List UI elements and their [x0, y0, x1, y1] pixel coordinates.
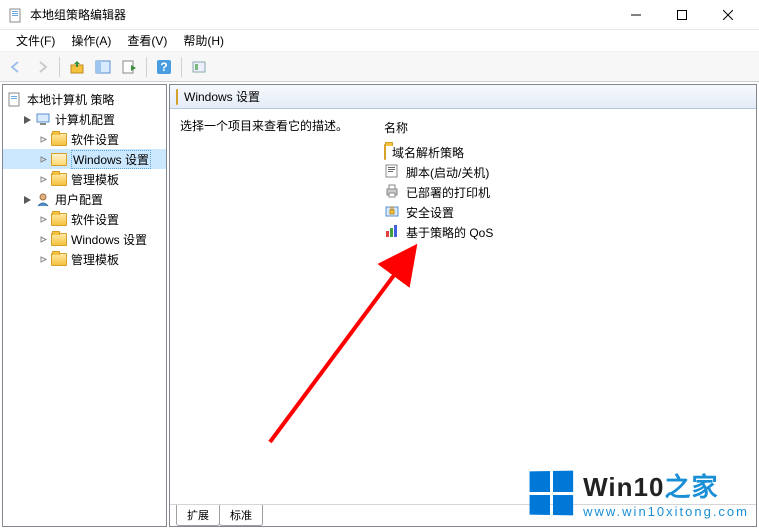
list-item-label: 基于策略的 QoS [406, 224, 493, 241]
tree-computer-windows[interactable]: Windows 设置 [3, 149, 166, 169]
script-icon [384, 163, 400, 182]
expander-icon[interactable] [21, 113, 33, 125]
computer-icon [35, 111, 51, 127]
show-hide-tree-button[interactable] [91, 55, 115, 79]
filter-button[interactable] [187, 55, 211, 79]
tree-computer-config[interactable]: 计算机配置 [3, 109, 166, 129]
list-item[interactable]: 脚本(启动/关机) [380, 162, 746, 182]
folder-icon [51, 211, 67, 227]
tree-root[interactable]: 本地计算机 策略 [3, 89, 166, 109]
tree-label: 计算机配置 [55, 111, 115, 128]
tree-label: 用户配置 [55, 191, 103, 208]
folder-icon [384, 145, 386, 159]
folder-open-icon [176, 90, 178, 104]
list-item[interactable]: 安全设置 [380, 202, 746, 222]
expander-icon[interactable] [37, 213, 49, 225]
minimize-button[interactable] [613, 0, 659, 30]
menu-help[interactable]: 帮助(H) [175, 30, 232, 51]
security-icon [384, 203, 400, 222]
maximize-button[interactable] [659, 0, 705, 30]
tree-label: 管理模板 [71, 171, 119, 188]
toolbar-separator [59, 57, 60, 77]
watermark: Win10之家 www.win10xitong.com [529, 467, 749, 519]
back-button[interactable] [4, 55, 28, 79]
tree-label: Windows 设置 [71, 231, 147, 248]
expander-icon[interactable] [21, 193, 33, 205]
policy-icon [7, 91, 23, 107]
list-item[interactable]: 域名解析策略 [380, 142, 746, 162]
list-item-label: 域名解析策略 [392, 144, 464, 161]
up-button[interactable] [65, 55, 89, 79]
menu-view[interactable]: 查看(V) [119, 30, 175, 51]
close-button[interactable] [705, 0, 751, 30]
toolbar-separator [181, 57, 182, 77]
tree-label: Windows 设置 [71, 150, 151, 169]
printer-icon [384, 183, 400, 202]
expander-icon[interactable] [37, 153, 49, 165]
tree-user-windows[interactable]: Windows 设置 [3, 229, 166, 249]
tree-label: 软件设置 [71, 211, 119, 228]
export-button[interactable] [117, 55, 141, 79]
main-area: 本地计算机 策略 计算机配置 软件设置 Windows 设置 管理模板 用户配置 [0, 82, 759, 531]
list-item[interactable]: 基于策略的 QoS [380, 222, 746, 242]
folder-icon [51, 131, 67, 147]
content-panel: Windows 设置 选择一个项目来查看它的描述。 名称 域名解析策略 脚本(启… [169, 84, 757, 527]
list-item-label: 已部署的打印机 [406, 184, 490, 201]
tree-label: 软件设置 [71, 131, 119, 148]
menu-file[interactable]: 文件(F) [8, 30, 63, 51]
list-item-label: 脚本(启动/关机) [406, 164, 489, 181]
expander-icon[interactable] [37, 253, 49, 265]
toolbar: ? [0, 52, 759, 82]
expander-icon[interactable] [37, 233, 49, 245]
list-column: 名称 域名解析策略 脚本(启动/关机) 已部署的打印机 安全设置 [380, 117, 746, 496]
tree-user-templates[interactable]: 管理模板 [3, 249, 166, 269]
window-controls [613, 0, 751, 30]
user-icon [35, 191, 51, 207]
tab-standard[interactable]: 标准 [219, 505, 263, 526]
app-icon [8, 7, 24, 23]
expander-icon[interactable] [37, 173, 49, 185]
list-item-label: 安全设置 [406, 204, 454, 221]
menu-bar: 文件(F) 操作(A) 查看(V) 帮助(H) [0, 30, 759, 52]
forward-button[interactable] [30, 55, 54, 79]
windows-logo-icon [530, 471, 574, 516]
content-header: Windows 设置 [170, 85, 756, 109]
tree-computer-templates[interactable]: 管理模板 [3, 169, 166, 189]
tree-user-config[interactable]: 用户配置 [3, 189, 166, 209]
watermark-text: Win10之家 www.win10xitong.com [583, 467, 749, 519]
folder-icon [51, 171, 67, 187]
tree-computer-software[interactable]: 软件设置 [3, 129, 166, 149]
tree-label: 管理模板 [71, 251, 119, 268]
list-item[interactable]: 已部署的打印机 [380, 182, 746, 202]
folder-icon [51, 251, 67, 267]
tab-extended[interactable]: 扩展 [176, 505, 220, 526]
description-column: 选择一个项目来查看它的描述。 [180, 117, 380, 496]
folder-open-icon [51, 151, 67, 167]
title-bar: 本地组策略编辑器 [0, 0, 759, 30]
tree-panel[interactable]: 本地计算机 策略 计算机配置 软件设置 Windows 设置 管理模板 用户配置 [2, 84, 167, 527]
name-column-header[interactable]: 名称 [380, 117, 746, 138]
content-body: 选择一个项目来查看它的描述。 名称 域名解析策略 脚本(启动/关机) 已部署的打… [170, 109, 756, 504]
tree-user-software[interactable]: 软件设置 [3, 209, 166, 229]
window-title: 本地组策略编辑器 [30, 6, 613, 23]
svg-text:?: ? [160, 60, 167, 74]
menu-action[interactable]: 操作(A) [63, 30, 119, 51]
expander-icon[interactable] [37, 133, 49, 145]
tree-label: 本地计算机 策略 [27, 91, 114, 108]
content-title: Windows 设置 [184, 88, 260, 105]
folder-icon [51, 231, 67, 247]
description-text: 选择一个项目来查看它的描述。 [180, 119, 348, 133]
help-button[interactable]: ? [152, 55, 176, 79]
toolbar-separator [146, 57, 147, 77]
qos-icon [384, 223, 400, 242]
